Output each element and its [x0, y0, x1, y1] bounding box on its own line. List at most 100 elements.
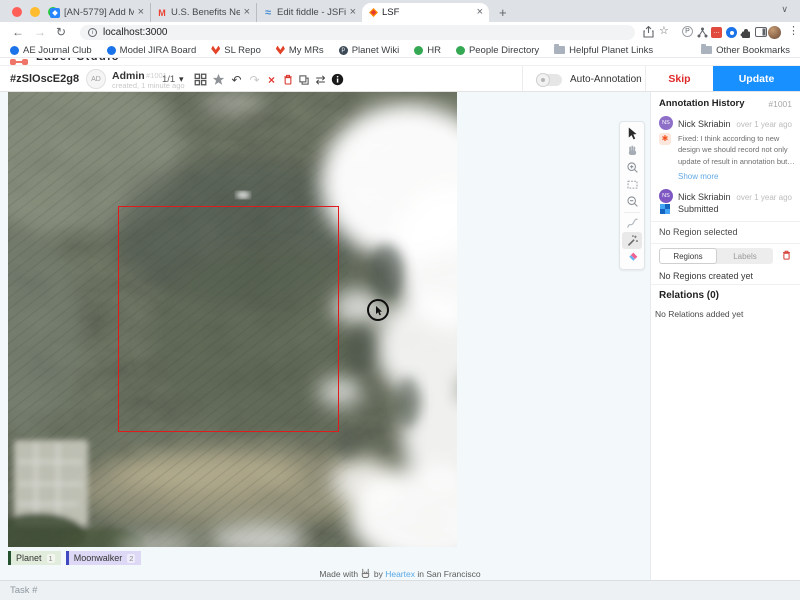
bookmark-favicon: p — [339, 46, 348, 55]
label-text: Planet — [16, 553, 42, 563]
eraser-tool[interactable] — [622, 249, 642, 266]
back-icon[interactable]: ← — [12, 25, 24, 39]
undo-icon[interactable]: ↶ — [229, 72, 244, 87]
auto-annotation-toggle[interactable] — [536, 74, 562, 86]
tab-labels[interactable]: Labels — [717, 248, 773, 264]
regions-labels-tabs: Regions Labels — [659, 248, 773, 264]
other-bookmarks[interactable]: Other Bookmarks — [701, 45, 790, 56]
tab-title: U.S. Benefits News - Open En — [171, 7, 240, 18]
label-planet[interactable]: Planet 1 — [8, 551, 61, 565]
no-region-selected-text: No Region selected — [659, 227, 738, 237]
gmail-favicon: M — [157, 8, 167, 18]
image-canvas[interactable] — [8, 92, 457, 547]
toggle-knob[interactable] — [536, 73, 550, 87]
grid-view-icon[interactable] — [193, 72, 208, 87]
pan-tool[interactable] — [622, 142, 642, 159]
zoom-out-tool[interactable] — [622, 193, 642, 210]
reset-icon[interactable]: × — [264, 72, 279, 87]
site-info-icon[interactable]: i — [88, 28, 97, 37]
tab-close-icon[interactable]: × — [244, 7, 250, 18]
extensions-puzzle-icon[interactable] — [740, 27, 752, 39]
tab-title: [AN-5779] Add Magic Wand fu — [64, 7, 134, 18]
tool-palette — [619, 121, 645, 270]
extension-red-icon[interactable]: … — [711, 27, 722, 38]
close-window-icon[interactable] — [12, 7, 22, 17]
profile-avatar[interactable] — [768, 26, 781, 39]
annotation-sidebar: Annotation History #1001 NS Nick Skriabi… — [650, 92, 800, 580]
bookmark-item[interactable]: pPlanet Wiki — [339, 45, 400, 56]
extension-share-nodes-icon[interactable] — [697, 27, 708, 38]
minimize-window-icon[interactable] — [30, 7, 40, 17]
relations-title: Relations (0) — [659, 290, 719, 301]
divider — [651, 284, 800, 285]
bookmark-item[interactable]: My MRs — [276, 45, 324, 56]
browser-tab-jira[interactable]: [AN-5779] Add Magic Wand fu × — [44, 3, 150, 22]
select-tool[interactable] — [622, 125, 642, 142]
share-icon[interactable] — [643, 26, 654, 38]
gitlab-favicon — [211, 46, 220, 55]
browser-tab-lsf-active[interactable]: LSF × — [362, 3, 489, 22]
duplicate-icon[interactable] — [296, 72, 311, 87]
bookmark-favicon — [107, 46, 116, 55]
bookmark-item[interactable]: Model JIRA Board — [107, 45, 197, 56]
tab-search-chevron-icon[interactable]: ∨ — [781, 4, 788, 15]
tab-close-icon[interactable]: × — [477, 7, 483, 18]
label-studio-logo-text: Label Studio — [36, 58, 120, 63]
bookmark-label: SL Repo — [224, 45, 261, 56]
bounding-box-region[interactable] — [118, 206, 339, 432]
chrome-menu-icon[interactable]: ⋮ — [788, 26, 799, 37]
info-icon[interactable] — [330, 72, 345, 87]
bookmark-item[interactable]: SL Repo — [211, 45, 261, 56]
show-more-link[interactable]: Show more — [678, 172, 718, 181]
bookmark-label: Helpful Planet Links — [569, 45, 653, 56]
annotation-history-title: Annotation History — [659, 98, 745, 109]
rock-hand-icon — [360, 568, 371, 578]
tab-close-icon[interactable]: × — [350, 7, 356, 18]
divider — [651, 221, 800, 222]
url-text[interactable]: localhost:3000 — [103, 27, 168, 38]
reload-icon[interactable]: ↻ — [56, 25, 66, 39]
bookmark-favicon — [10, 46, 19, 55]
other-bookmarks-label: Other Bookmarks — [716, 45, 790, 56]
update-button[interactable]: Update — [713, 66, 800, 91]
heartex-link[interactable]: Heartex — [385, 569, 415, 579]
history-comment: Fixed: I think according to new design w… — [678, 133, 795, 167]
extension-blue-icon[interactable] — [726, 27, 737, 38]
tabs: [AN-5779] Add Magic Wand fu × M U.S. Ben… — [44, 3, 507, 22]
zoom-in-tool[interactable] — [622, 159, 642, 176]
folder-icon — [554, 46, 565, 54]
settings-transfer-icon[interactable]: ⇄ — [313, 72, 328, 87]
new-tab-button[interactable]: + — [499, 6, 507, 19]
delete-regions-icon[interactable] — [781, 249, 792, 261]
magic-wand-tool[interactable] — [622, 232, 642, 249]
star-icon[interactable] — [211, 72, 226, 87]
redo-icon[interactable]: ↷ — [247, 72, 262, 87]
browser-tab-gmail[interactable]: M U.S. Benefits News - Open En × — [150, 3, 256, 22]
submitted-status-icon — [660, 204, 670, 214]
user-avatar[interactable]: AD — [86, 69, 106, 89]
browser-tab-jsfiddle[interactable]: ≈ Edit fiddle - JSFiddle - Code P × — [256, 3, 362, 22]
browser-tab-strip: [AN-5779] Add Magic Wand fu × M U.S. Ben… — [0, 0, 800, 22]
extension-p-icon[interactable]: P — [682, 26, 693, 37]
skip-button[interactable]: Skip — [646, 66, 713, 91]
divider — [624, 212, 640, 213]
label-moonwalker[interactable]: Moonwalker 2 — [66, 551, 142, 565]
tab-close-icon[interactable]: × — [138, 7, 144, 18]
task-bar: Task # — [0, 580, 800, 600]
fit-to-screen-tool[interactable] — [622, 176, 642, 193]
delete-annotation-icon[interactable] — [280, 72, 295, 87]
bookmark-item[interactable]: Helpful Planet Links — [554, 45, 653, 56]
side-panel-icon[interactable] — [755, 27, 767, 37]
chevron-down-icon[interactable]: ▾ — [179, 74, 184, 85]
brush-tool[interactable] — [622, 215, 642, 232]
bookmark-item[interactable]: AE Journal Club — [10, 45, 92, 56]
bookmark-item[interactable]: HR — [414, 45, 441, 56]
forward-icon[interactable]: → — [34, 25, 46, 39]
footer-text: Made with — [319, 569, 358, 579]
url-field[interactable]: i localhost:3000 — [80, 25, 635, 40]
tab-regions[interactable]: Regions — [659, 248, 717, 264]
bookmark-item[interactable]: People Directory — [456, 45, 539, 56]
annotation-toolbar: #zSlOscE2g8 AD Admin created, 1 minute a… — [0, 65, 800, 92]
label-studio-favicon — [368, 8, 378, 18]
bookmark-star-icon[interactable]: ☆ — [659, 26, 669, 37]
